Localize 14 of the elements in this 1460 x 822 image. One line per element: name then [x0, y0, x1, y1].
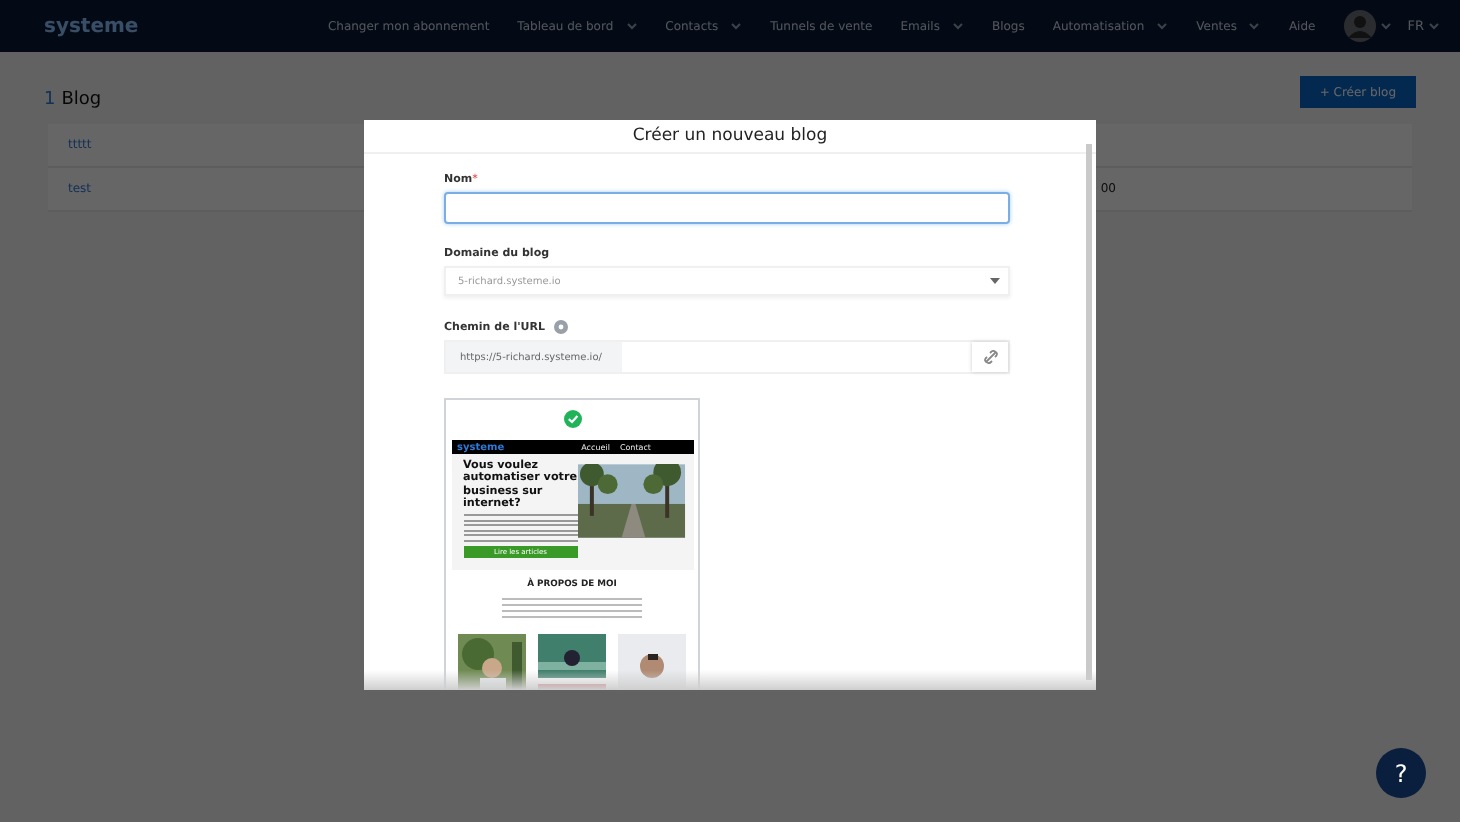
name-input-field[interactable] — [444, 192, 1010, 224]
help-button[interactable]: ? — [1376, 748, 1426, 798]
text-lines-drawing — [502, 597, 642, 618]
dropdown-arrow-icon — [990, 278, 1000, 284]
logo[interactable]: systeme — [44, 15, 308, 37]
page-title: Blog — [61, 89, 102, 109]
check-icon — [563, 410, 581, 428]
caret-icon — [1428, 22, 1440, 30]
blog-count: 1 — [44, 89, 56, 109]
modal-title: Créer un nouveau blog — [364, 120, 1096, 154]
text-lines-drawing — [463, 514, 578, 542]
caret-icon — [1379, 22, 1392, 30]
help-icon — [553, 320, 567, 334]
avatar — [1343, 10, 1376, 42]
